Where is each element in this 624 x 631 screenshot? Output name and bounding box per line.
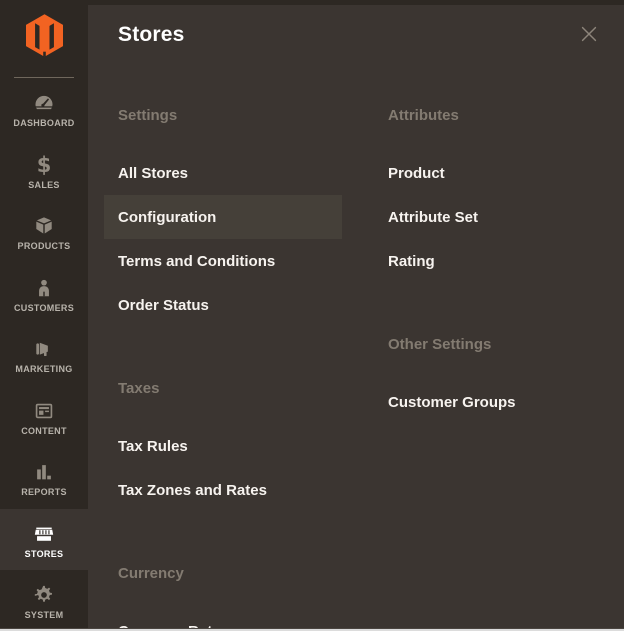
magento-logo-link[interactable] xyxy=(0,0,88,78)
products-icon xyxy=(33,215,55,237)
section-heading-settings: Settings xyxy=(104,106,342,126)
section-taxes: Taxes Tax RulesTax Zones and Rates xyxy=(104,379,342,512)
sidebar-item-label: PRODUCTS xyxy=(18,241,71,251)
list-item: Attribute Set xyxy=(374,195,612,239)
stores-icon xyxy=(33,523,55,545)
list-item: Rating xyxy=(374,239,612,283)
flyout-column-2: Attributes ProductAttribute SetRating Othe… xyxy=(374,106,612,476)
flyout-header: Stores xyxy=(88,0,624,48)
sidebar-item-label: MARKETING xyxy=(15,364,72,374)
sidebar-item-customers[interactable]: CUSTOMERS xyxy=(0,263,88,325)
sidebar-item-reports[interactable]: REPORTS xyxy=(0,447,88,509)
sidebar-item-marketing[interactable]: MARKETING xyxy=(0,324,88,386)
sidebar-item-label: CONTENT xyxy=(21,426,67,436)
sidebar-item-label: REPORTS xyxy=(21,487,67,497)
close-button[interactable] xyxy=(576,21,602,47)
system-icon xyxy=(33,584,55,606)
reports-icon xyxy=(33,461,55,483)
list-item: Product xyxy=(374,151,612,195)
section-heading-attributes: Attributes xyxy=(374,106,612,126)
section-heading-taxes: Taxes xyxy=(104,379,342,399)
magento-admin-screen: DASHBOARD $ SALES PRODUCTS CUSTOMERS MARKETIN… xyxy=(0,0,624,631)
menu-item-attribute-set[interactable]: Attribute Set xyxy=(374,195,612,239)
dashboard-icon xyxy=(33,92,55,114)
list-item: Order Status xyxy=(104,283,342,327)
menu-item-configuration[interactable]: Configuration xyxy=(104,195,342,239)
close-icon xyxy=(578,23,600,45)
sidebar-item-label: SYSTEM xyxy=(25,610,64,620)
sidebar-item-sales[interactable]: $ SALES xyxy=(0,140,88,202)
panel-top-edge xyxy=(88,0,624,5)
content-icon xyxy=(33,400,55,422)
list-item: Terms and Conditions xyxy=(104,239,342,283)
flyout-body: Settings All StoresConfigurationTerms and… xyxy=(88,106,624,631)
sidebar-item-label: DASHBOARD xyxy=(13,118,74,128)
menu-item-rating[interactable]: Rating xyxy=(374,239,612,283)
menu-item-order-status[interactable]: Order Status xyxy=(104,283,342,327)
sidebar-item-label: CUSTOMERS xyxy=(14,303,74,313)
menu-item-customer-groups[interactable]: Customer Groups xyxy=(374,380,612,424)
list-item: Customer Groups xyxy=(374,380,612,424)
magento-logo-icon xyxy=(26,14,63,57)
section-heading-currency: Currency xyxy=(104,564,342,584)
menu-item-tax-zones-and-rates[interactable]: Tax Zones and Rates xyxy=(104,468,342,512)
list-item: Tax Rules xyxy=(104,424,342,468)
customers-icon xyxy=(33,277,55,299)
section-attributes: Attributes ProductAttribute SetRating xyxy=(374,106,612,283)
sidebar-item-products[interactable]: PRODUCTS xyxy=(0,201,88,263)
section-currency: CurrencyCurrency Rates xyxy=(104,564,342,631)
sidebar-menu: DASHBOARD $ SALES PRODUCTS CUSTOMERS MARKETIN… xyxy=(0,78,88,631)
sidebar-item-dashboard[interactable]: DASHBOARD xyxy=(0,78,88,140)
sales-icon: $ xyxy=(37,154,52,176)
sidebar: DASHBOARD $ SALES PRODUCTS CUSTOMERS MARKETIN… xyxy=(0,0,88,631)
marketing-icon xyxy=(33,338,55,360)
flyout-column-1: Settings All StoresConfigurationTerms and… xyxy=(104,106,342,631)
section-settings: Settings All StoresConfigurationTerms and… xyxy=(104,106,342,327)
sidebar-item-stores[interactable]: STORES xyxy=(0,509,88,571)
menu-item-product[interactable]: Product xyxy=(374,151,612,195)
menu-item-tax-rules[interactable]: Tax Rules xyxy=(104,424,342,468)
flyout-title: Stores xyxy=(118,22,624,48)
stores-flyout-panel: Stores Settings All StoresConfigurationTe… xyxy=(88,0,624,631)
list-item: All Stores xyxy=(104,151,342,195)
menu-item-terms-and-conditions[interactable]: Terms and Conditions xyxy=(104,239,342,283)
sidebar-item-label: SALES xyxy=(28,180,60,190)
section-heading-other-settings: Other Settings xyxy=(374,335,612,355)
sidebar-item-system[interactable]: SYSTEM xyxy=(0,570,88,631)
list-item: Configuration xyxy=(104,195,342,239)
sidebar-item-content[interactable]: CONTENT xyxy=(0,386,88,448)
menu-item-all-stores[interactable]: All Stores xyxy=(104,151,342,195)
sidebar-item-label: STORES xyxy=(25,549,64,559)
list-item: Tax Zones and Rates xyxy=(104,468,342,512)
section-other-settings: Other Settings Customer Groups xyxy=(374,335,612,424)
